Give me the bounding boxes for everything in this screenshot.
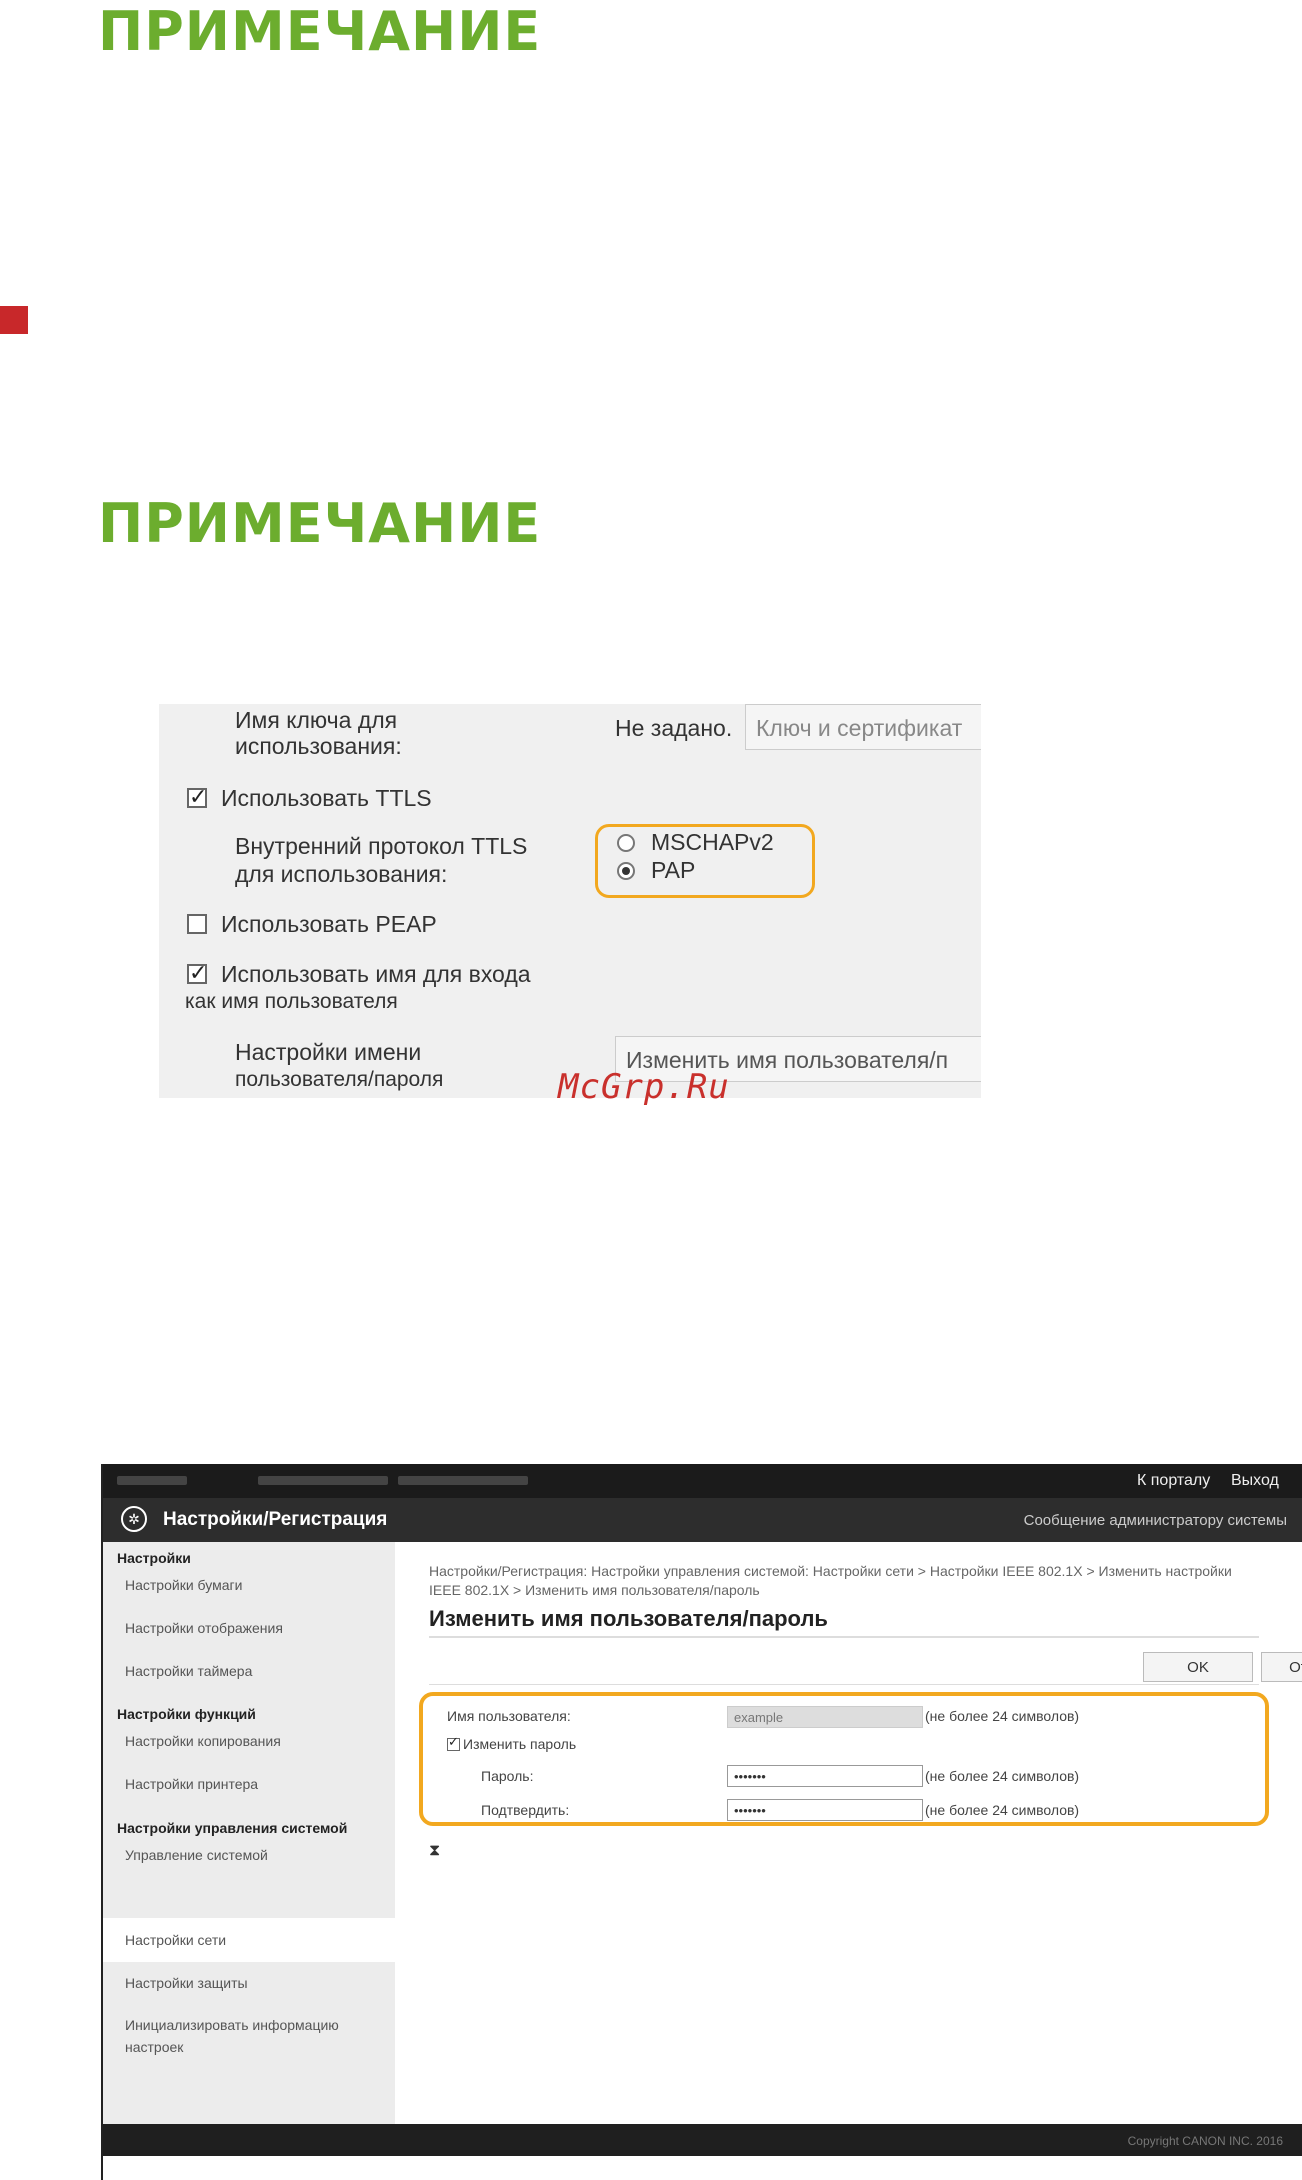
breadcrumb: Настройки/Регистрация: Настройки управле…: [429, 1563, 1232, 1598]
username-hint: (не более 24 символов): [925, 1708, 1080, 1724]
eap-settings-screenshot: Имя ключа для использования: Не задано. …: [159, 704, 981, 1098]
section-marker: [0, 306, 28, 334]
key-certificate-button[interactable]: Ключ и сертификат: [745, 704, 981, 750]
user-settings-label-cont: пользователя/пароля: [235, 1068, 444, 1091]
mschapv2-label: MSCHAPv2: [651, 829, 774, 855]
confirm-label: Подтвердить:: [481, 1802, 570, 1818]
sidebar-category-settings: Настройки: [117, 1550, 191, 1566]
sidebar: Настройки Настройки бумаги Настройки ото…: [103, 1542, 395, 2124]
top-bar: К порталу Выход: [103, 1464, 1302, 1498]
password-label: Пароль:: [481, 1768, 534, 1784]
device-name: [117, 1476, 187, 1485]
username-input[interactable]: [727, 1706, 923, 1728]
key-value: Не задано.: [615, 715, 733, 741]
sidebar-category-functions: Настройки функций: [117, 1706, 256, 1722]
note-heading: ПРИМЕЧАНИЕ: [98, 0, 542, 63]
sidebar-item-printer[interactable]: Настройки принтера: [125, 1773, 385, 1795]
mschapv2-radio[interactable]: [617, 834, 635, 852]
confirm-hint: (не более 24 символов): [925, 1802, 1080, 1818]
sidebar-item-paper[interactable]: Настройки бумаги: [125, 1574, 385, 1596]
change-password-checkbox[interactable]: [447, 1734, 460, 1751]
footer: Copyright CANON INC. 2016: [103, 2124, 1302, 2156]
key-label-cont: использования:: [235, 733, 402, 759]
password-input[interactable]: [727, 1765, 923, 1787]
page-title: Изменить имя пользователя/пароль: [429, 1606, 828, 1631]
to-top-icon[interactable]: ⧗: [429, 1842, 440, 1860]
username-label: Имя пользователя:: [447, 1708, 571, 1724]
use-login-name-label: Использовать имя для входа: [221, 961, 531, 987]
user-settings-label: Настройки имени: [235, 1039, 422, 1065]
pap-label: PAP: [651, 857, 696, 883]
settings-icon: ✲: [121, 1506, 147, 1532]
note-heading: ПРИМЕЧАНИЕ: [98, 492, 542, 555]
confirm-input[interactable]: [727, 1799, 923, 1821]
password-hint: (не более 24 символов): [925, 1768, 1080, 1784]
use-ttls-label: Использовать TTLS: [221, 785, 432, 811]
logout-link[interactable]: Выход: [1231, 1472, 1279, 1490]
sidebar-category-system: Настройки управления системой: [117, 1820, 348, 1836]
sidebar-item-timer[interactable]: Настройки таймера: [125, 1660, 385, 1682]
divider: [429, 1636, 1259, 1638]
use-login-name-checkbox[interactable]: [187, 960, 207, 986]
watermark: McGrp.Ru: [558, 1067, 730, 1107]
use-peap-checkbox[interactable]: [187, 914, 207, 934]
copyright: Copyright CANON INC. 2016: [1127, 2134, 1283, 2148]
header-bar: ✲ Настройки/Регистрация Сообщение админи…: [103, 1498, 1302, 1542]
ok-button[interactable]: OK: [1143, 1652, 1253, 1682]
device-model: [258, 1476, 388, 1485]
cancel-button[interactable]: Отмена: [1261, 1652, 1302, 1682]
sidebar-item-display[interactable]: Настройки отображения: [125, 1617, 385, 1639]
sidebar-item-network[interactable]: Настройки сети: [125, 1929, 385, 1951]
sidebar-item-init-info[interactable]: Инициализировать информацию настроек: [125, 2014, 385, 2058]
device-model: [398, 1476, 528, 1485]
key-label: Имя ключа для: [235, 707, 398, 733]
sidebar-item-system-mgmt[interactable]: Управление системой: [125, 1844, 385, 1866]
use-peap-label: Использовать PEAP: [221, 911, 437, 937]
main-content: Настройки/Регистрация: Настройки управле…: [395, 1542, 1302, 2124]
use-login-name-label-cont: как имя пользователя: [185, 990, 398, 1013]
ttls-protocol-label: Внутренний протокол TTLS: [235, 833, 528, 859]
sidebar-item-security[interactable]: Настройки защиты: [125, 1972, 385, 1994]
to-portal-link[interactable]: К порталу: [1137, 1472, 1210, 1490]
app-title: Настройки/Регистрация: [163, 1509, 388, 1530]
pap-radio[interactable]: [617, 862, 635, 880]
remote-ui-screenshot: К порталу Выход ✲ Настройки/Регистрация …: [101, 1464, 1302, 2180]
divider: [429, 1684, 1259, 1685]
change-password-label: Изменить пароль: [463, 1736, 577, 1752]
sidebar-item-copy[interactable]: Настройки копирования: [125, 1730, 385, 1752]
ttls-protocol-label-cont: для использования:: [235, 861, 448, 887]
use-ttls-checkbox[interactable]: [187, 784, 207, 810]
admin-message-link[interactable]: Сообщение администратору системы: [1024, 1512, 1287, 1529]
